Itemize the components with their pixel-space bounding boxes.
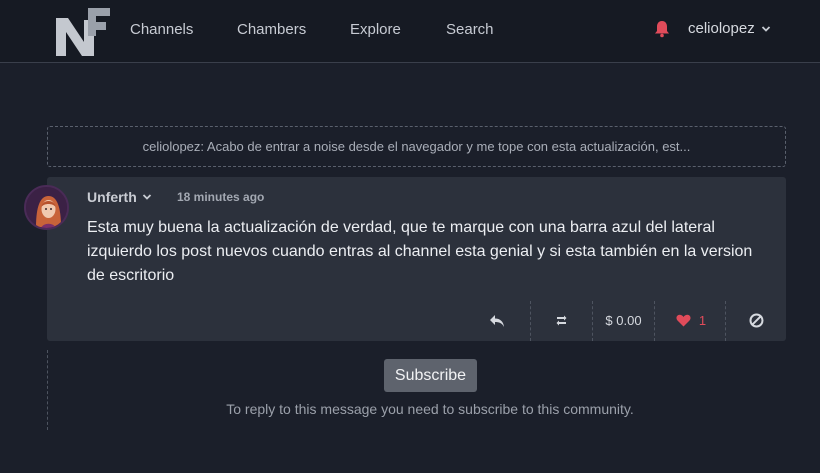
action-divider <box>654 301 655 341</box>
like-count: 1 <box>698 313 707 328</box>
reply-button[interactable] <box>473 300 521 341</box>
action-divider <box>530 301 531 341</box>
block-icon <box>749 313 763 328</box>
nav-explore[interactable]: Explore <box>350 21 401 38</box>
chevron-down-icon <box>142 194 151 200</box>
comment-author[interactable]: Unferth <box>87 189 152 205</box>
username-label: celiolopez <box>688 20 755 37</box>
subscribe-button[interactable]: Subscribe <box>384 359 477 392</box>
nav-channels[interactable]: Channels <box>130 21 193 38</box>
repost-icon <box>556 315 566 326</box>
quoted-text: celiolopez: Acabo de entrar a noise desd… <box>142 139 691 154</box>
nav-chambers[interactable]: Chambers <box>237 21 306 38</box>
chevron-down-icon <box>761 25 770 32</box>
author-name: Unferth <box>87 189 137 205</box>
tip-amount: $ 0.00 <box>605 313 642 328</box>
user-menu[interactable]: celiolopez <box>688 20 771 37</box>
avatar[interactable] <box>24 185 69 230</box>
repost-button[interactable] <box>537 300 585 341</box>
top-navbar: Channels Chambers Explore Search celiolo… <box>0 0 820 63</box>
comment-action-bar: $ 0.00 1 <box>47 300 786 341</box>
block-button[interactable] <box>732 300 780 341</box>
quoted-parent-message[interactable]: celiolopez: Acabo de entrar a noise desd… <box>47 126 786 167</box>
noise-logo[interactable] <box>54 6 110 58</box>
subscribe-note: To reply to this message you need to sub… <box>226 401 634 417</box>
comment-body: Esta muy buena la actualización de verda… <box>87 219 753 284</box>
action-divider <box>592 301 593 341</box>
comment-timestamp[interactable]: 18 minutes ago <box>177 190 264 204</box>
action-divider <box>725 301 726 341</box>
thread-line <box>47 350 48 430</box>
bell-icon[interactable] <box>654 20 670 38</box>
heart-icon <box>676 314 691 327</box>
tip-button[interactable]: $ 0.00 <box>597 300 650 341</box>
nav-search[interactable]: Search <box>446 21 494 38</box>
like-button[interactable]: 1 <box>661 300 721 341</box>
reply-icon <box>490 314 504 327</box>
